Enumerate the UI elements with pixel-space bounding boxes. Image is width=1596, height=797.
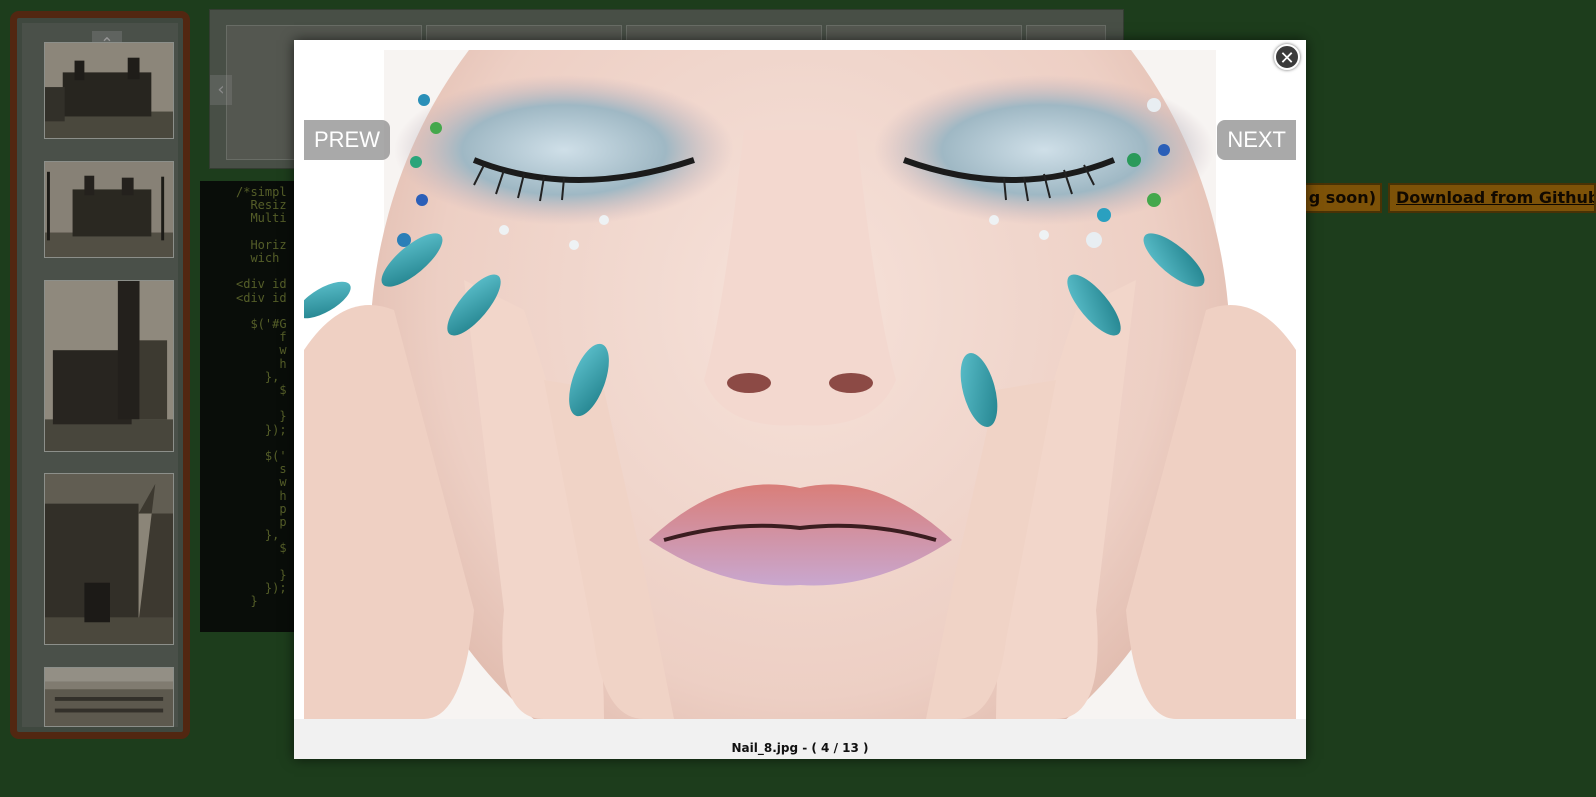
next-button[interactable]: NEXT xyxy=(1217,120,1296,160)
lightbox-image xyxy=(304,50,1296,719)
lightbox: PREW NEXT ✕ Nail_8.jpg - ( 4 / 13 ) xyxy=(294,40,1306,759)
previous-button[interactable]: PREW xyxy=(304,120,390,160)
close-icon[interactable]: ✕ xyxy=(1274,44,1300,70)
face-photo xyxy=(304,50,1296,719)
image-caption: Nail_8.jpg - ( 4 / 13 ) xyxy=(731,741,869,755)
caption-bar: Nail_8.jpg - ( 4 / 13 ) xyxy=(294,719,1306,759)
